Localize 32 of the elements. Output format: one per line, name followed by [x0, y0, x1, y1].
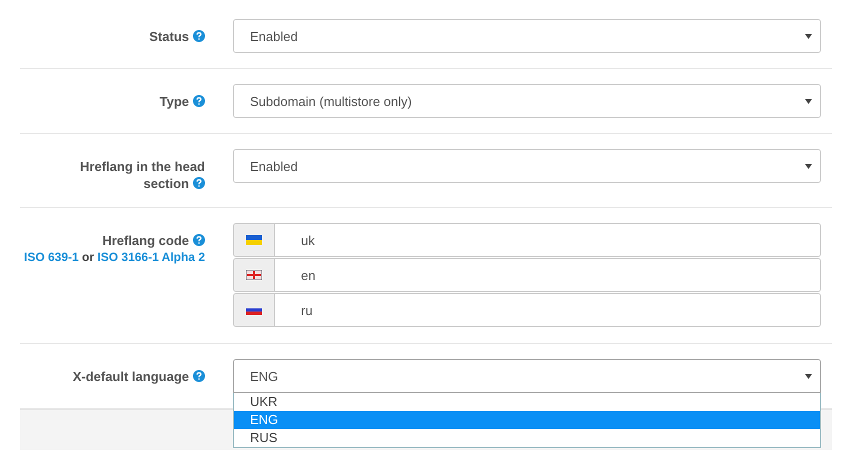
input-field[interactable]: en	[275, 258, 821, 292]
help-icon[interactable]	[193, 370, 205, 382]
help-icon[interactable]	[193, 177, 205, 189]
select-field[interactable]: Enabled	[233, 149, 821, 183]
help-icon[interactable]	[193, 95, 205, 107]
standard-link[interactable]: ISO 3166-1 Alpha 2	[97, 250, 205, 264]
select-field[interactable]: Subdomain (multistore only)	[233, 84, 821, 118]
select-field[interactable]: Enabled	[233, 19, 821, 53]
help-icon[interactable]	[193, 234, 205, 246]
select-value: Subdomain (multistore only)	[250, 94, 412, 108]
select-value: Enabled	[250, 28, 298, 44]
caret-icon	[805, 374, 812, 378]
dropdown-option[interactable]: UKR	[234, 393, 820, 411]
field-label: X-default language	[72, 369, 205, 384]
select-value: ENG	[250, 368, 278, 384]
field-label: Hreflang code	[102, 233, 205, 248]
field-label: Hreflang in the head section	[80, 159, 205, 191]
select-field[interactable]: ENG	[233, 359, 821, 393]
flag-icon	[246, 235, 262, 245]
caret-icon	[805, 34, 812, 38]
field-label: Status	[149, 29, 205, 44]
help-icon[interactable]	[193, 30, 205, 42]
caret-icon	[805, 164, 812, 168]
flag-icon	[246, 270, 262, 280]
field-label: Type	[160, 94, 205, 109]
input-field[interactable]: ru	[275, 293, 821, 327]
dropdown-option[interactable]: RUS	[234, 429, 820, 447]
caret-icon	[805, 98, 812, 104]
select-value: Enabled	[250, 158, 298, 174]
standard-link[interactable]: ISO 639-1	[24, 250, 79, 264]
input-field[interactable]: uk	[275, 223, 821, 257]
hint-text: ISO 639-1 or ISO 3166-1 Alpha 2	[23, 249, 205, 266]
